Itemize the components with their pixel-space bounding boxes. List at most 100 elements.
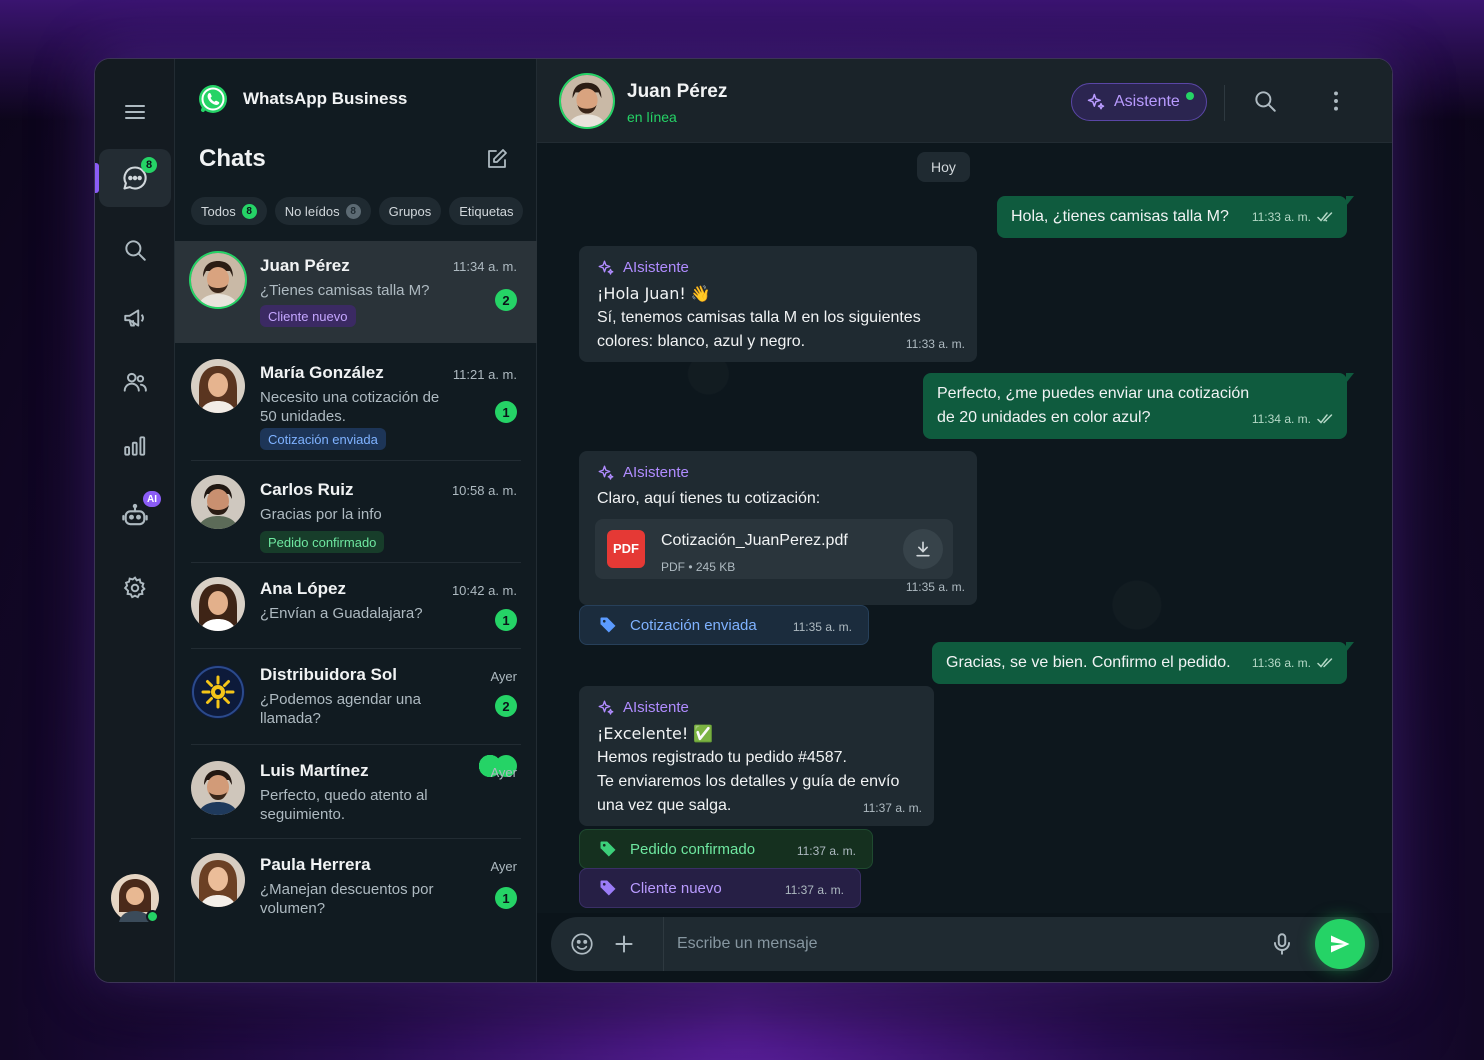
statistics-nav-button[interactable] bbox=[99, 417, 171, 475]
chat-preview: ¿Podemos agendar una llamada? bbox=[260, 691, 421, 727]
gear-icon bbox=[122, 575, 148, 601]
sparkles-icon bbox=[597, 259, 615, 277]
double-check-icon bbox=[1317, 413, 1335, 425]
ai-bot-nav-button[interactable]: AI bbox=[99, 487, 171, 545]
outgoing-message[interactable]: Perfecto, ¿me puedes enviar una cotizaci… bbox=[923, 373, 1354, 439]
filter-todos[interactable]: Todos 8 bbox=[191, 197, 267, 225]
message-text: Gracias, se ve bien. Confirmo el pedido. bbox=[946, 654, 1231, 671]
download-icon[interactable] bbox=[903, 529, 943, 569]
megaphone-icon bbox=[122, 305, 148, 331]
message-time: 11:33 a. m. bbox=[1251, 210, 1311, 224]
assistant-button[interactable]: Asistente bbox=[1071, 83, 1207, 121]
chat-preview: Gracias por la info bbox=[260, 506, 382, 523]
message-time: 11:34 a. m. bbox=[1251, 412, 1311, 426]
contacts-nav-button[interactable] bbox=[99, 353, 171, 411]
contact-avatar bbox=[191, 761, 245, 815]
contact-avatar[interactable] bbox=[561, 75, 613, 127]
chat-preview: ¿Manejan descuentos por volumen? bbox=[260, 881, 434, 917]
outgoing-message[interactable]: Hola, ¿tienes camisas talla M? 11:33 a. … bbox=[997, 196, 1354, 238]
chat-item-luis-martinez[interactable]: Luis Martínez Ayer Perfecto, quedo atent… bbox=[191, 745, 521, 839]
unread-count: 1 bbox=[495, 887, 517, 909]
message-meta: 11:34 a. m. bbox=[1252, 407, 1335, 431]
chat-item-juan-perez[interactable]: Juan Pérez 11:34 a. m. ¿Tienes camisas t… bbox=[175, 241, 537, 343]
message-time: 11:37 a. m. bbox=[862, 801, 922, 815]
day-separator: Hoy bbox=[917, 152, 970, 182]
ai-badge: AI bbox=[143, 491, 161, 507]
chats-nav-button[interactable]: 8 bbox=[95, 149, 171, 207]
label-event[interactable]: Pedido confirmado 11:37 a. m. bbox=[579, 829, 873, 869]
chat-preview: ¿Envían a Guadalajara? bbox=[260, 605, 423, 622]
sender-name: AIsistente bbox=[623, 464, 689, 481]
file-attachment[interactable]: PDF Cotización_JuanPerez.pdf PDF • 245 K… bbox=[595, 519, 953, 579]
chat-name: María González bbox=[260, 363, 384, 382]
sparkles-icon bbox=[597, 464, 615, 482]
plus-icon[interactable] bbox=[611, 931, 637, 957]
incoming-message[interactable]: AIsistente Claro, aquí tienes tu cotizac… bbox=[579, 451, 977, 605]
message-input[interactable] bbox=[677, 932, 1257, 956]
chat-time: Ayer bbox=[490, 765, 518, 780]
incoming-message[interactable]: AIsistente ¡Excelente! ✅ Hemos registrad… bbox=[579, 686, 934, 826]
search-icon bbox=[122, 237, 148, 263]
settings-nav-button[interactable] bbox=[99, 559, 171, 617]
label-event[interactable]: Cliente nuevo 11:37 a. m. bbox=[579, 868, 861, 908]
search-icon[interactable] bbox=[1252, 88, 1278, 114]
pdf-file-icon: PDF bbox=[607, 530, 645, 568]
chat-item-distribuidora-sol[interactable]: Distribuidora Sol Ayer ¿Podemos agendar … bbox=[191, 649, 521, 777]
tag-icon bbox=[598, 839, 618, 859]
chat-time: Ayer bbox=[490, 859, 518, 874]
message-line: ¡Excelente! ✅ bbox=[597, 724, 714, 743]
filter-no-leidos[interactable]: No leídos 8 bbox=[274, 197, 371, 225]
incoming-message[interactable]: AIsistente ¡Hola Juan! 👋 Sí, tenemos cam… bbox=[579, 246, 977, 362]
chat-tag: Cliente nuevo bbox=[260, 305, 356, 327]
chat-name: Luis Martínez bbox=[260, 761, 369, 780]
sender-name: AIsistente bbox=[623, 699, 689, 716]
chat-name: Distribuidora Sol bbox=[260, 665, 397, 684]
search-nav-button[interactable] bbox=[99, 221, 171, 279]
contact-status: en línea bbox=[627, 109, 677, 125]
chat-time: 10:42 a. m. bbox=[451, 583, 517, 598]
chat-item-carlos-ruiz[interactable]: Carlos Ruiz 10:58 a. m. Gracias por la i… bbox=[191, 461, 521, 563]
message-text: Hola, ¿tienes camisas talla M? bbox=[1011, 208, 1229, 225]
app-window: 8 AI WhatsApp Business Chats Todos 8 No … bbox=[94, 58, 1393, 983]
more-options-icon[interactable] bbox=[1323, 88, 1349, 114]
whatsapp-logo-icon bbox=[197, 83, 229, 115]
label-name: Cotización enviada bbox=[630, 616, 757, 634]
message-meta: 11:33 a. m. bbox=[1252, 205, 1335, 229]
contact-name[interactable]: Juan Pérez bbox=[627, 81, 727, 103]
contact-avatar bbox=[191, 253, 245, 307]
contact-avatar bbox=[191, 853, 245, 907]
label-name: Cliente nuevo bbox=[630, 879, 722, 897]
filter-label: Etiquetas bbox=[459, 203, 514, 219]
chat-item-paula-herrera[interactable]: Paula Herrera Ayer ¿Manejan descuentos p… bbox=[191, 839, 521, 939]
chat-name: Carlos Ruiz bbox=[260, 480, 354, 499]
menu-icon[interactable] bbox=[99, 83, 171, 141]
outgoing-message[interactable]: Gracias, se ve bien. Confirmo el pedido.… bbox=[932, 642, 1354, 684]
chat-item-maria-gonzalez[interactable]: María González 11:21 a. m. Necesito una … bbox=[191, 343, 521, 461]
filter-grupos[interactable]: Grupos bbox=[378, 197, 442, 225]
new-chat-icon[interactable] bbox=[485, 147, 509, 171]
nav-rail: 8 AI bbox=[95, 59, 175, 982]
filter-chips: Todos 8 No leídos 8 Grupos Etiquetas bbox=[191, 197, 524, 225]
unread-count: 1 bbox=[495, 401, 517, 423]
online-status-dot bbox=[146, 910, 159, 923]
emoji-icon[interactable] bbox=[569, 931, 595, 957]
message-line: Sí, tenemos camisas talla M en los sigui… bbox=[597, 309, 921, 326]
message-line: Perfecto, ¿me puedes enviar una cotizaci… bbox=[937, 385, 1250, 402]
message-line: ¡Hola Juan! 👋 bbox=[597, 284, 711, 303]
unread-count: 2 bbox=[495, 695, 517, 717]
double-check-icon bbox=[1317, 211, 1335, 223]
microphone-icon[interactable] bbox=[1269, 931, 1295, 957]
chat-name: Ana López bbox=[260, 579, 346, 598]
sparkles-icon bbox=[597, 699, 615, 717]
label-event[interactable]: Cotización enviada 11:35 a. m. bbox=[579, 605, 869, 645]
send-button[interactable] bbox=[1315, 919, 1365, 969]
app-name: WhatsApp Business bbox=[243, 89, 408, 108]
filter-etiquetas[interactable]: Etiquetas bbox=[449, 197, 524, 225]
message-text: Claro, aquí tienes tu cotización: bbox=[597, 490, 821, 507]
message-time: 11:33 a. m. bbox=[905, 337, 965, 351]
chat-item-ana-lopez[interactable]: Ana López 10:42 a. m. ¿Envían a Guadalaj… bbox=[191, 563, 521, 649]
message-composer bbox=[551, 917, 1379, 971]
conversation-header: Juan Pérez en línea Asistente bbox=[537, 59, 1392, 143]
broadcast-nav-button[interactable] bbox=[99, 289, 171, 347]
assistant-label: Asistente bbox=[1114, 93, 1180, 110]
